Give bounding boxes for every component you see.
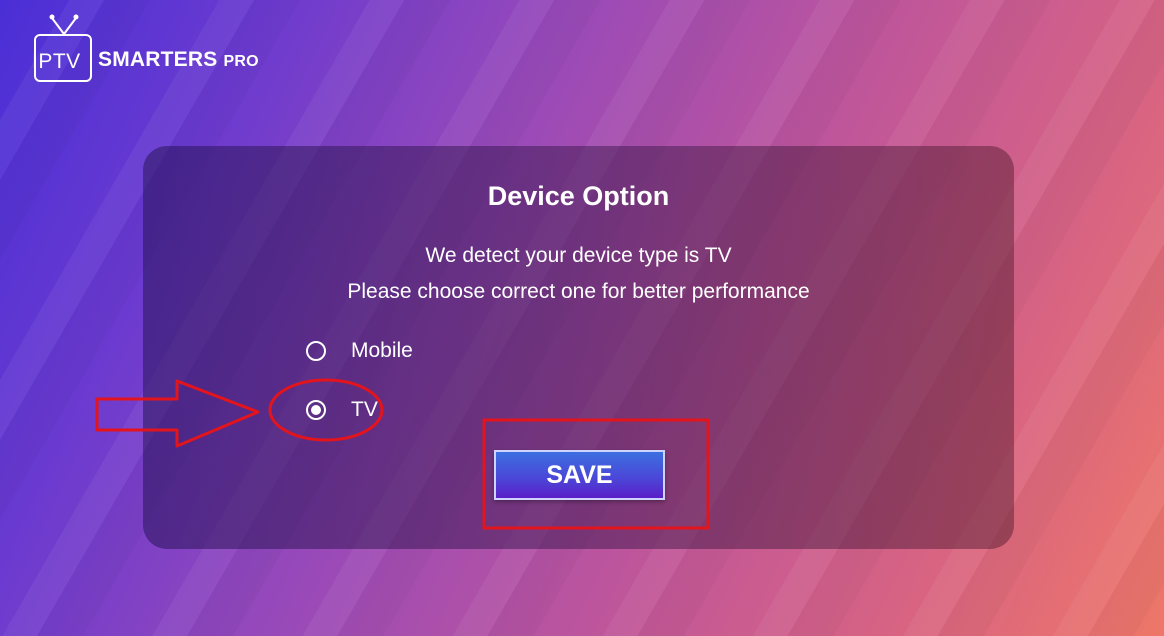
radio-label-mobile: Mobile [351, 339, 413, 362]
device-choose-message: Please choose correct one for better per… [347, 280, 810, 303]
logo-iptv-text: IPTV [32, 50, 81, 73]
radio-option-mobile[interactable]: Mobile [306, 339, 413, 363]
radio-label-tv: TV [351, 398, 378, 421]
save-button[interactable]: SAVE [494, 450, 665, 500]
logo-smarters-text: SMARTERS PRO [98, 48, 259, 72]
tv-antenna-icon [49, 14, 79, 35]
logo-pro-word: PRO [223, 53, 259, 70]
logo-smarters-word: SMARTERS [98, 48, 218, 71]
dialog-title: Device Option [487, 181, 670, 211]
app-logo: IPTV SMARTERS PRO [30, 14, 270, 86]
radio-unchecked-icon[interactable] [306, 341, 326, 361]
device-detect-message: We detect your device type is TV [425, 244, 732, 267]
radio-option-tv[interactable]: TV [306, 398, 378, 422]
radio-checked-icon[interactable] [306, 400, 326, 420]
device-option-dialog: Device Option We detect your device type… [143, 146, 1014, 549]
